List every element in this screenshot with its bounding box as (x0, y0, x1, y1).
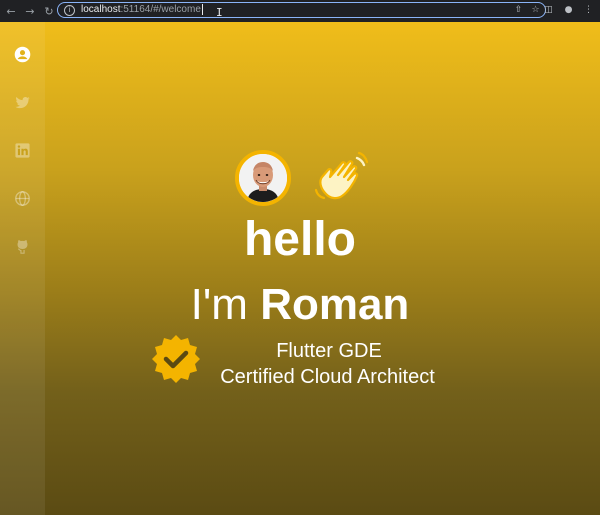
role-title-2: Certified Cloud Architect (220, 366, 435, 388)
address-bar[interactable]: i localhost:51164/#/welcome ⇧ ☆ (57, 2, 546, 18)
reload-icon[interactable]: ↻ (41, 3, 57, 19)
text-caret (201, 4, 203, 16)
name-text: Roman (260, 280, 410, 329)
menu-icon[interactable]: ⋮ (583, 4, 594, 15)
greeting-heading: hello (243, 213, 356, 266)
star-icon[interactable]: ☆ (530, 4, 541, 15)
info-icon[interactable]: i (64, 4, 75, 16)
linkedin-icon[interactable] (12, 140, 32, 160)
forward-icon[interactable]: → (22, 3, 38, 19)
profile-icon[interactable]: ● (563, 4, 574, 15)
back-icon[interactable]: ← (3, 3, 19, 19)
share-icon[interactable]: ⇧ (513, 4, 524, 15)
avatar (235, 150, 291, 206)
browser-toolbar: ← → ↻ i localhost:51164/#/welcome ⇧ ☆ ◫ … (0, 0, 600, 22)
avatar-photo-icon (239, 154, 287, 202)
side-panel-icon[interactable]: ◫ (543, 4, 554, 15)
intro-heading: I'm Roman (0, 277, 600, 333)
intro-prefix: I'm (190, 280, 261, 329)
role-title-1: Flutter GDE (276, 340, 382, 362)
url-host: localhost (81, 4, 121, 16)
address-url[interactable]: localhost:51164/#/welcome (81, 4, 203, 16)
url-path: :51164/#/welcome (120, 4, 201, 16)
twitter-icon[interactable] (12, 92, 32, 112)
account-icon[interactable] (12, 44, 32, 64)
welcome-page: hello I'm Roman Flutter GDE Certified Cl… (0, 22, 600, 515)
text-cursor-icon: I (216, 6, 223, 19)
waving-hand-icon (312, 150, 369, 206)
globe-icon[interactable] (12, 188, 32, 208)
verified-badge-icon (151, 334, 201, 384)
